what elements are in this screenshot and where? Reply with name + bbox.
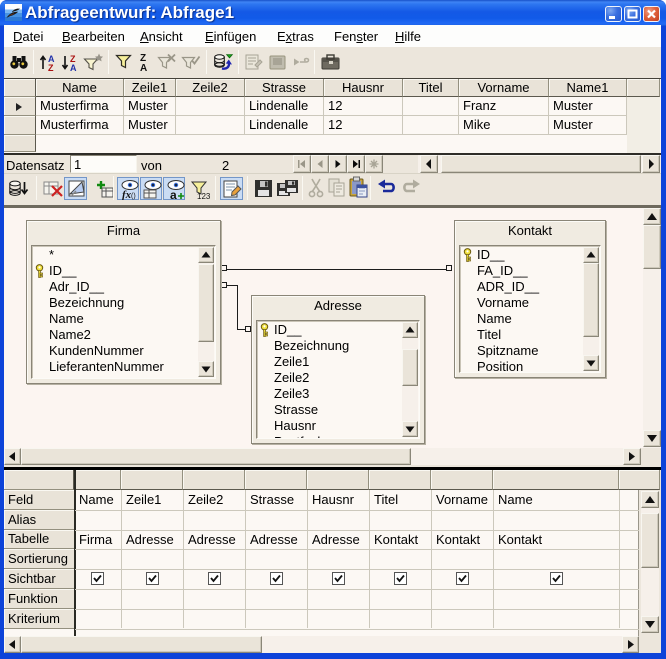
svg-text:(): () — [131, 193, 136, 200]
svg-text:a: a — [170, 188, 177, 200]
svg-text:A: A — [70, 63, 77, 72]
svg-text:Z: Z — [48, 63, 54, 72]
svg-text:123!: 123! — [197, 192, 210, 200]
svg-text:A: A — [140, 63, 147, 73]
